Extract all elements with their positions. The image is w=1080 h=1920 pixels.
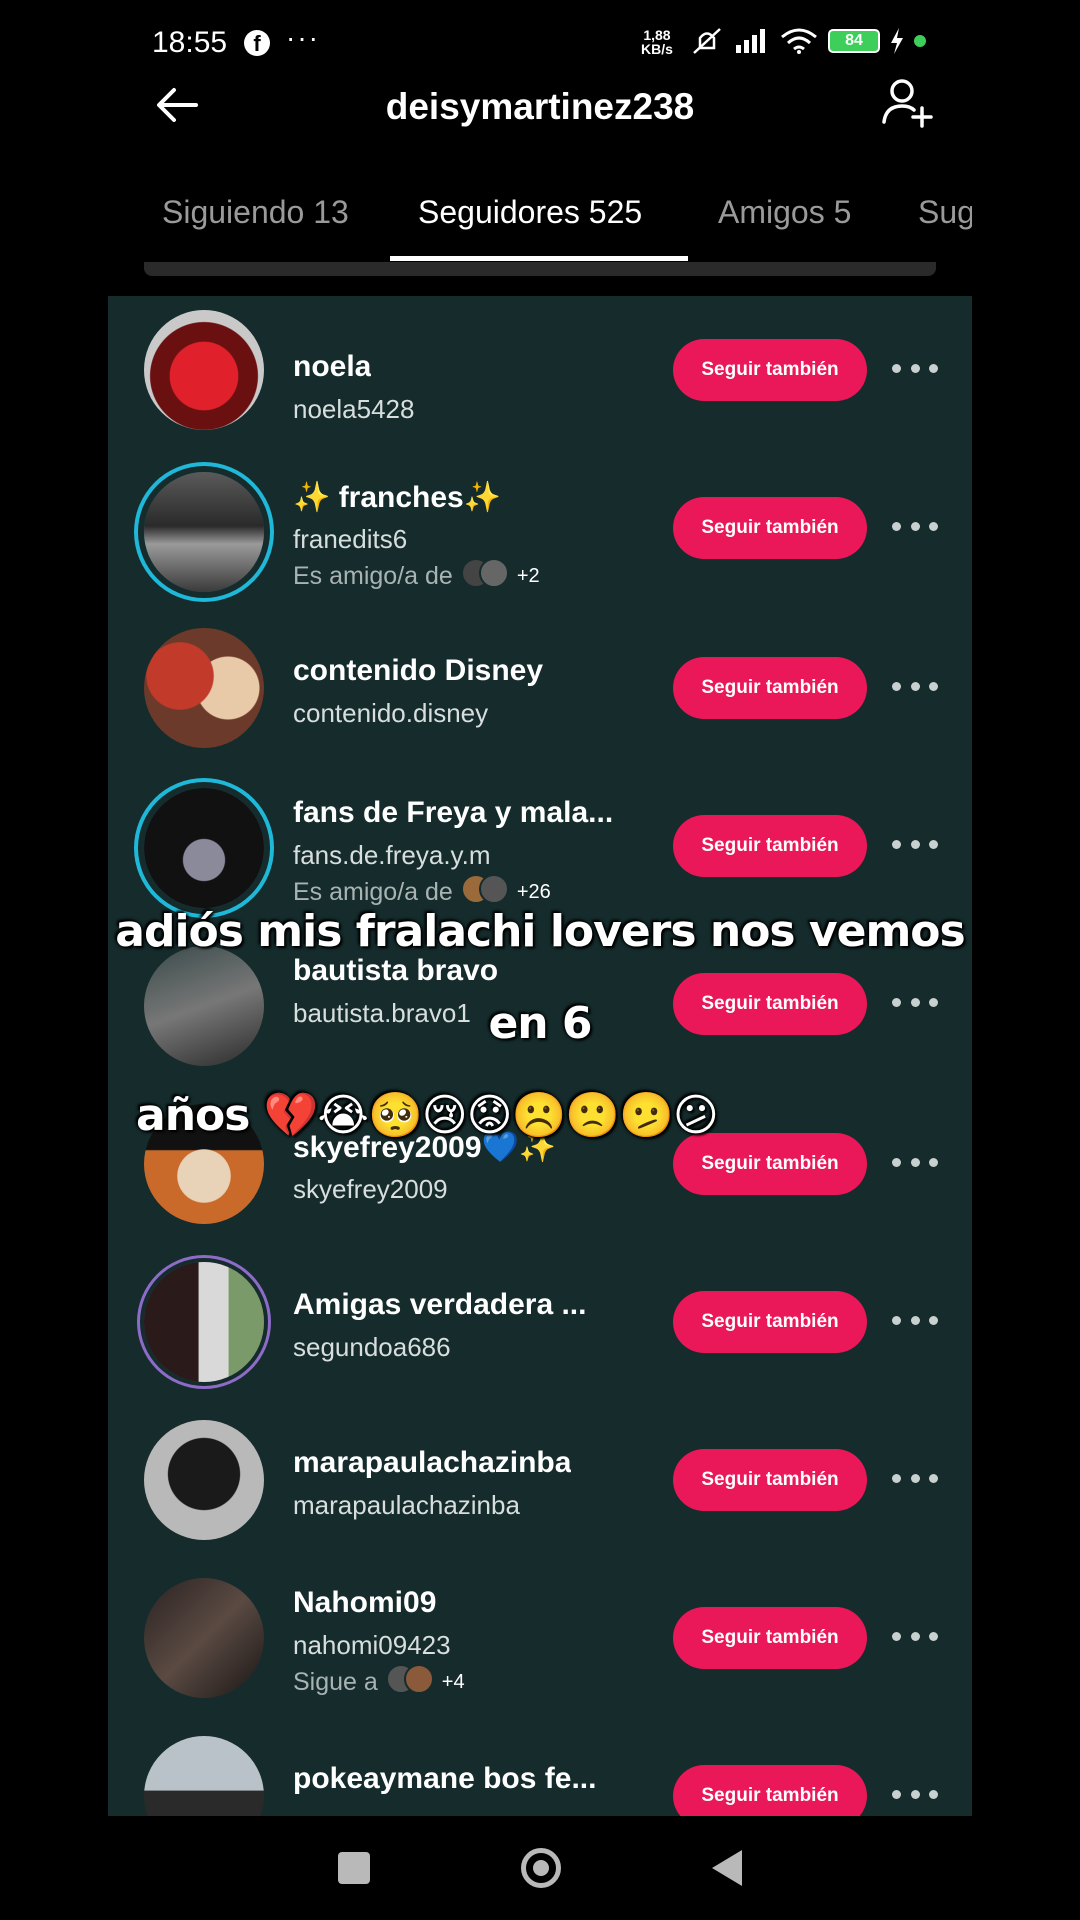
wifi-icon	[781, 28, 817, 54]
avatar[interactable]	[144, 1262, 264, 1382]
right-letterbox	[972, 0, 1080, 1920]
more-options-icon[interactable]	[892, 840, 938, 852]
mutual-avatars	[460, 558, 509, 595]
more-notifications-icon: ···	[286, 22, 320, 53]
follower-handle: nahomi09423	[293, 1630, 451, 1660]
more-options-icon[interactable]	[892, 364, 938, 376]
top-header: deisymartinez238	[108, 70, 972, 150]
avatar[interactable]	[144, 1578, 264, 1698]
follow-back-button[interactable]: Seguir también	[673, 1765, 867, 1816]
avatar[interactable]	[144, 310, 264, 430]
tab-following[interactable]: Siguiendo 13	[162, 194, 349, 231]
follow-back-button[interactable]: Seguir también	[673, 1291, 867, 1353]
speed-unit: KB/s	[641, 41, 673, 57]
tabs-divider	[144, 262, 936, 276]
follower-handle: segundoa686	[293, 1332, 451, 1362]
more-options-icon[interactable]	[892, 682, 938, 694]
mutual-friends: Es amigo/a de +2	[293, 558, 540, 595]
follower-name: fans de Freya y mala...	[293, 796, 614, 829]
profile-username-title: deisymartinez238	[385, 86, 695, 127]
caption-line-1: adiós mis fralachi lovers nos vemos en 6	[115, 906, 965, 1049]
speed-value: 1,88	[643, 27, 671, 43]
more-options-icon[interactable]	[892, 1790, 938, 1802]
facebook-icon: f	[244, 30, 270, 56]
follow-back-button[interactable]: Seguir también	[673, 1607, 867, 1669]
status-time: 18:55	[152, 26, 228, 59]
privacy-dot	[914, 35, 926, 47]
list-item[interactable]: ✨ franches✨ franedits6 Es amigo/a de +2 …	[108, 466, 972, 624]
list-item[interactable]: contenido Disney contenido.disney Seguir…	[108, 624, 972, 782]
list-item[interactable]: noela noela5428 Seguir también	[108, 308, 972, 466]
avatar[interactable]	[144, 1420, 264, 1540]
follower-handle: marapaulachazinba	[293, 1490, 520, 1520]
more-options-icon[interactable]	[892, 522, 938, 534]
signal-icon	[736, 29, 765, 53]
follower-handle: contenido.disney	[293, 698, 489, 728]
list-item[interactable]: pokeaymane bos fe... Seguir también	[108, 1730, 972, 1816]
recent-apps-icon[interactable]	[338, 1852, 370, 1884]
follower-handle: franedits6	[293, 524, 408, 554]
more-options-icon[interactable]	[892, 1474, 938, 1486]
status-icons: 84	[690, 26, 926, 56]
network-speed: 1,88 KB/s	[641, 28, 673, 56]
follow-back-button[interactable]: Seguir también	[673, 497, 867, 559]
avatar[interactable]	[144, 628, 264, 748]
system-navigation-bar	[108, 1816, 972, 1920]
mutual-count: +2	[516, 565, 540, 587]
mute-icon	[693, 28, 721, 54]
active-tab-indicator	[390, 256, 688, 261]
follower-handle: noela5428	[293, 394, 415, 424]
add-user-icon[interactable]	[880, 76, 934, 130]
follower-handle: skyefrey2009	[293, 1174, 448, 1204]
follower-name: marapaulachazinba	[293, 1446, 572, 1479]
follower-name: Amigas verdadera ...	[293, 1288, 587, 1321]
phone-screen: 18:55 f ··· 1,88 KB/s 84 deisymartinez23…	[108, 0, 972, 1920]
tab-suggested[interactable]: Sug	[918, 194, 972, 231]
mutual-friends: Sigue a +4	[293, 1664, 465, 1701]
avatar[interactable]	[144, 472, 264, 592]
more-options-icon[interactable]	[892, 1632, 938, 1644]
mutual-label: Sigue a	[293, 1668, 378, 1696]
tab-followers[interactable]: Seguidores 525	[418, 194, 642, 231]
list-item[interactable]: marapaulachazinba marapaulachazinba Segu…	[108, 1414, 972, 1572]
list-item[interactable]: Amigas verdadera ... segundoa686 Seguir …	[108, 1256, 972, 1414]
follower-handle: fans.de.freya.y.m	[293, 840, 491, 870]
follow-back-button[interactable]: Seguir también	[673, 657, 867, 719]
avatar[interactable]	[144, 1736, 264, 1816]
mutual-count: +4	[441, 1671, 465, 1693]
follower-name: Nahomi09	[293, 1586, 437, 1619]
home-icon[interactable]	[521, 1848, 561, 1888]
follower-name: noela	[293, 350, 372, 383]
charging-icon	[891, 28, 903, 54]
tab-friends[interactable]: Amigos 5	[718, 194, 851, 231]
follow-tabs: Siguiendo 13 Seguidores 525 Amigos 5 Sug	[108, 180, 972, 262]
back-triangle-icon[interactable]	[712, 1850, 742, 1886]
left-letterbox	[0, 0, 108, 1920]
mutual-label: Es amigo/a de	[293, 562, 453, 590]
follow-back-button[interactable]: Seguir también	[673, 1449, 867, 1511]
battery-indicator: 84	[828, 29, 880, 53]
follow-back-button[interactable]: Seguir también	[673, 815, 867, 877]
video-caption-overlay: adiós mis fralachi lovers nos vemos en 6…	[108, 886, 972, 1162]
follower-name: pokeaymane bos fe...	[293, 1762, 597, 1795]
follower-name: contenido Disney	[293, 654, 544, 687]
more-options-icon[interactable]	[892, 1316, 938, 1328]
mutual-avatars	[385, 1664, 434, 1701]
caption-line-2: años 💔😭🥺😢😟☹️🙁🫤😕	[136, 1090, 719, 1141]
follower-name: ✨ franches✨	[293, 481, 502, 514]
follow-back-button[interactable]: Seguir también	[673, 339, 867, 401]
list-item[interactable]: Nahomi09 nahomi09423 Sigue a +4 Seguir t…	[108, 1572, 972, 1730]
